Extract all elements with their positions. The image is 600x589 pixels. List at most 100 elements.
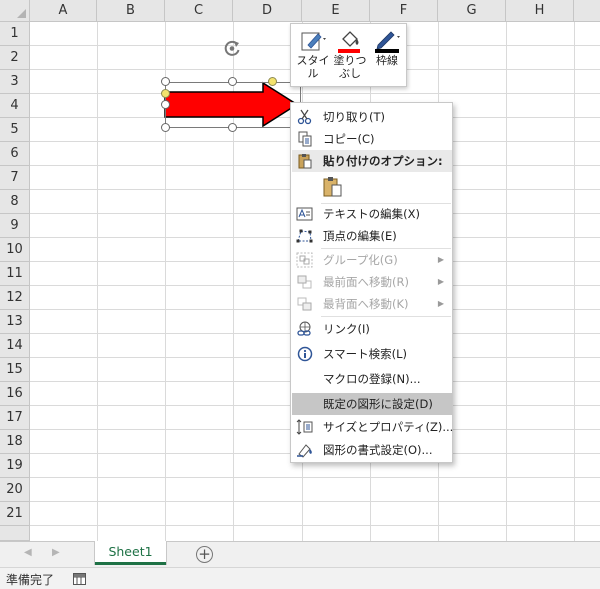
gridline	[574, 22, 575, 541]
paint-bucket-icon	[338, 31, 360, 53]
macro-recording-icon[interactable]	[73, 573, 86, 585]
row-header-14[interactable]: 14	[0, 334, 30, 358]
send-back-icon	[297, 297, 312, 311]
row-header-8[interactable]: 8	[0, 190, 30, 214]
menu-item-format-shape[interactable]: 図形の書式設定(O)...	[292, 439, 452, 461]
row-header-15[interactable]: 15	[0, 358, 30, 382]
menu-item-set-default-shape[interactable]: 既定の図形に設定(D)	[292, 393, 452, 415]
pen-outline-icon	[375, 31, 400, 53]
menu-label: サイズとプロパティ(Z)...	[323, 420, 454, 434]
gridline	[30, 93, 600, 94]
column-header-g[interactable]: G	[438, 0, 506, 22]
copy-icon	[298, 131, 312, 147]
menu-label: 最背面へ移動(K)	[323, 297, 409, 311]
menu-item-bring-front[interactable]: 最前面へ移動(R) ▶	[292, 271, 452, 293]
column-header-d[interactable]: D	[233, 0, 302, 22]
group-icon	[296, 252, 313, 268]
rotate-handle-icon[interactable]	[222, 38, 242, 58]
scissors-icon	[297, 109, 312, 125]
row-header-2[interactable]: 2	[0, 46, 30, 70]
paste-option-button[interactable]	[292, 172, 452, 202]
menu-label: テキストの編集(X)	[323, 207, 421, 221]
resize-handle-left[interactable]	[161, 100, 170, 109]
column-header-c[interactable]: C	[165, 0, 233, 22]
resize-handle-bottom[interactable]	[228, 123, 237, 132]
row-header-12[interactable]: 12	[0, 286, 30, 310]
row-header-10[interactable]: 10	[0, 238, 30, 262]
menu-label: リンク(I)	[323, 322, 370, 336]
row-header-16[interactable]: 16	[0, 382, 30, 406]
gridline	[30, 525, 600, 526]
row-header-21[interactable]: 21	[0, 502, 30, 526]
style-button[interactable]: スタイル	[295, 28, 331, 84]
menu-item-assign-macro[interactable]: マクロの登録(N)...	[292, 368, 452, 390]
bring-front-icon	[297, 275, 312, 289]
row-header-11[interactable]: 11	[0, 262, 30, 286]
adjust-handle[interactable]	[161, 89, 170, 98]
row-header-20[interactable]: 20	[0, 478, 30, 502]
mini-toolbar: スタイル 塗りつぶし 枠線	[290, 23, 407, 87]
menu-item-copy[interactable]: コピー(C)	[292, 128, 452, 150]
row-header-9[interactable]: 9	[0, 214, 30, 238]
gridline	[30, 477, 600, 478]
row-header-4[interactable]: 4	[0, 94, 30, 118]
format-shape-icon	[297, 444, 312, 458]
context-menu: 切り取り(T) コピー(C) 貼り付けのオプション: テキストの編集(X) 頂点…	[290, 102, 453, 463]
menu-item-link[interactable]: リンク(I)	[292, 318, 452, 340]
menu-label: 既定の図形に設定(D)	[323, 397, 433, 411]
row-header-1[interactable]: 1	[0, 22, 30, 46]
row-header-18[interactable]: 18	[0, 430, 30, 454]
smart-lookup-icon	[297, 346, 313, 362]
menu-label: 図形の書式設定(O)...	[323, 443, 433, 457]
row-header-13[interactable]: 13	[0, 310, 30, 334]
gridline	[30, 501, 600, 502]
menu-label: 頂点の編集(E)	[323, 229, 397, 243]
column-header-a[interactable]: A	[30, 0, 97, 22]
fill-button[interactable]: 塗りつぶし	[333, 28, 367, 84]
menu-label: マクロの登録(N)...	[323, 372, 421, 386]
row-header-5[interactable]: 5	[0, 118, 30, 142]
shape-style-icon	[301, 32, 326, 51]
menu-item-group[interactable]: グループ化(G) ▶	[292, 249, 452, 271]
add-sheet-button[interactable]: +	[196, 546, 213, 563]
column-header-partial[interactable]	[574, 0, 600, 22]
menu-label: 切り取り(T)	[323, 110, 385, 124]
status-bar: 準備完了	[0, 567, 600, 589]
submenu-arrow-icon: ▶	[437, 277, 444, 286]
adjust-handle[interactable]	[268, 77, 277, 86]
row-header-19[interactable]: 19	[0, 454, 30, 478]
status-text: 準備完了	[6, 573, 55, 587]
menu-item-edit-points[interactable]: 頂点の編集(E)	[292, 225, 452, 247]
row-header-17[interactable]: 17	[0, 406, 30, 430]
menu-item-size-properties[interactable]: サイズとプロパティ(Z)...	[292, 416, 454, 438]
row-header-partial[interactable]	[0, 526, 30, 541]
menu-label: 貼り付けのオプション:	[323, 154, 443, 168]
sheet-tab-sheet1[interactable]: Sheet1	[95, 541, 166, 565]
scroll-right-icon[interactable]: ▶	[52, 547, 60, 558]
edit-text-icon	[296, 207, 313, 221]
select-all-corner[interactable]	[0, 0, 30, 22]
column-header-h[interactable]: H	[506, 0, 574, 22]
outline-button[interactable]: 枠線	[369, 28, 405, 84]
column-header-b[interactable]: B	[97, 0, 165, 22]
column-header-f[interactable]: F	[370, 0, 438, 22]
row-header-7[interactable]: 7	[0, 166, 30, 190]
resize-handle-bottom-left[interactable]	[161, 123, 170, 132]
menu-item-smart-lookup[interactable]: スマート検索(L)	[292, 343, 452, 365]
column-header-e[interactable]: E	[302, 0, 370, 22]
menu-item-cut[interactable]: 切り取り(T)	[292, 106, 452, 128]
scroll-left-icon[interactable]: ◀	[24, 547, 32, 558]
resize-handle-top[interactable]	[228, 77, 237, 86]
shape-selection-frame	[165, 82, 301, 128]
row-header-3[interactable]: 3	[0, 70, 30, 94]
edit-points-icon	[296, 229, 313, 243]
resize-handle-top-left[interactable]	[161, 77, 170, 86]
paste-option-icon	[323, 177, 342, 197]
menu-label: グループ化(G)	[323, 253, 398, 267]
menu-item-send-back[interactable]: 最背面へ移動(K) ▶	[292, 293, 452, 315]
outline-label: 枠線	[376, 54, 398, 67]
gridline	[97, 22, 98, 541]
menu-label: 最前面へ移動(R)	[323, 275, 409, 289]
menu-item-edit-text[interactable]: テキストの編集(X)	[292, 203, 452, 225]
row-header-6[interactable]: 6	[0, 142, 30, 166]
